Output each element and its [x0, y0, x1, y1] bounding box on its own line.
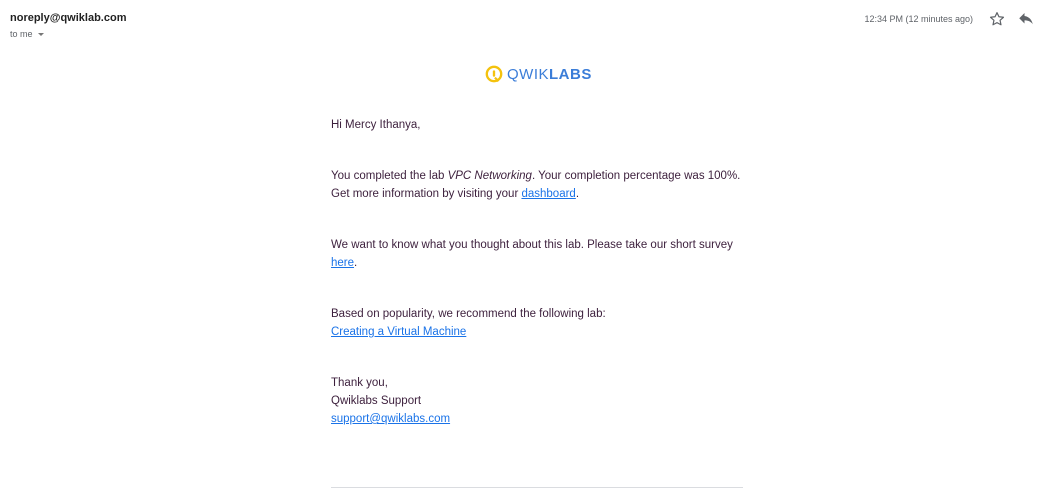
survey-prefix: We want to know what you thought about t… — [331, 239, 733, 251]
star-icon — [989, 12, 1005, 26]
qwiklabs-logo: QWIKLABS — [485, 63, 592, 85]
reply-button[interactable] — [1017, 10, 1035, 28]
greeting: Hi Mercy Ithanya, — [331, 119, 421, 131]
completion-prefix: You completed the lab — [331, 170, 448, 182]
sender-address[interactable]: noreply@qwiklab.com — [10, 12, 126, 24]
survey-link[interactable]: here — [331, 257, 354, 269]
qwiklabs-logo-icon — [485, 65, 503, 83]
logo-text-bold: LABS — [549, 65, 592, 83]
logo-wordmark: QWIKLABS — [507, 67, 592, 82]
dashboard-link[interactable]: dashboard — [521, 188, 575, 200]
recipient-label: to me — [10, 29, 33, 39]
star-button[interactable] — [988, 10, 1006, 28]
signoff-team: Qwiklabs Support — [331, 395, 422, 407]
recommended-lab-link[interactable]: Creating a Virtual Machine — [331, 326, 466, 338]
logo-text-light: QWIK — [507, 65, 549, 83]
signoff: Thank you, Qwiklabs Support support@qwik… — [331, 374, 743, 428]
support-email-link[interactable]: support@qwiklabs.com — [331, 413, 450, 425]
reply-icon — [1019, 13, 1033, 25]
completion-paragraph: You completed the lab VPC Networking. Yo… — [331, 167, 743, 203]
timestamp: 12:34 PM (12 minutes ago) — [864, 14, 973, 24]
recommendation-paragraph: Based on popularity, we recommend the fo… — [331, 305, 743, 341]
caret-down-icon — [37, 32, 44, 36]
email-view: noreply@qwiklab.com to me 12:34 PM (12 m… — [0, 0, 1046, 497]
signoff-thanks: Thank you, — [331, 377, 388, 389]
survey-paragraph: We want to know what you thought about t… — [331, 236, 743, 272]
footer-divider — [331, 487, 743, 488]
recipient-details-toggle[interactable]: to me — [10, 29, 44, 39]
survey-suffix: . — [354, 257, 358, 269]
recommendation-text: Based on popularity, we recommend the fo… — [331, 308, 606, 320]
lab-name: VPC Networking — [447, 170, 532, 182]
completion-suffix: . — [575, 188, 580, 200]
